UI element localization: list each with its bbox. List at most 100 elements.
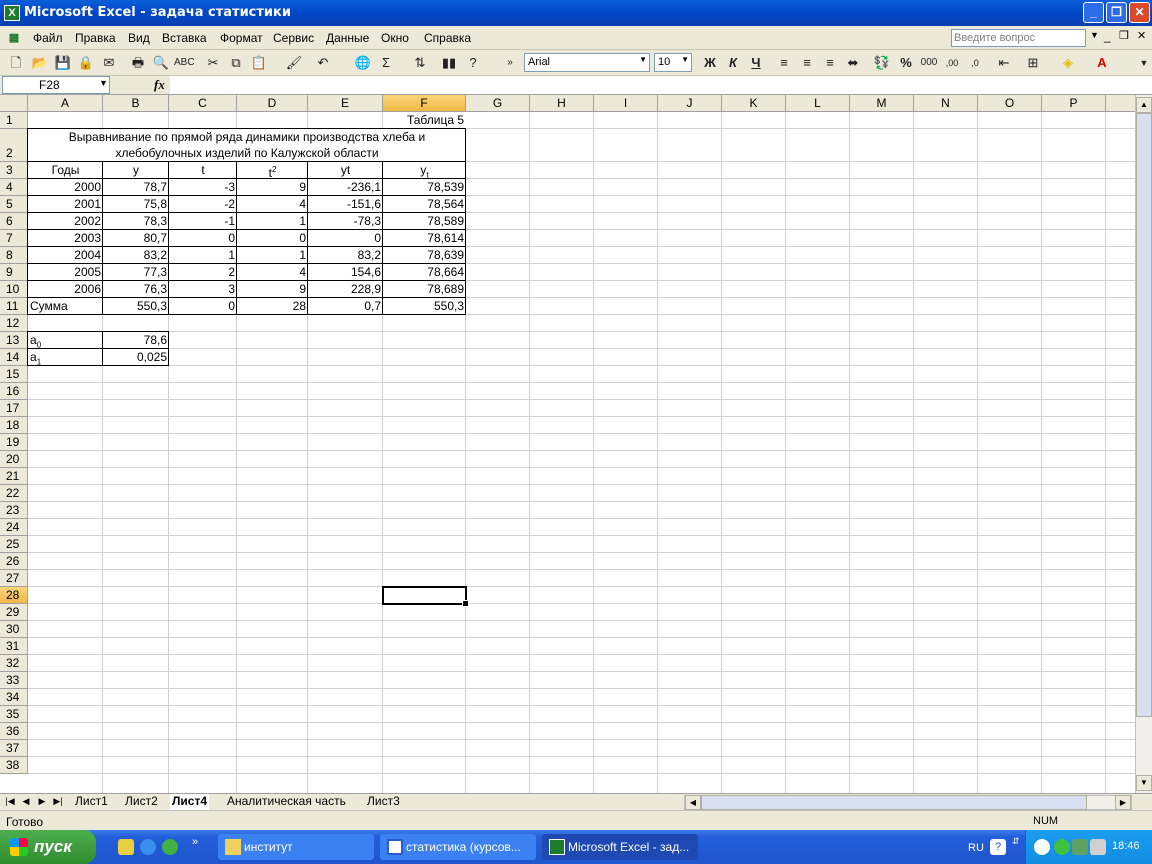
column-header-d[interactable]: D [237, 95, 308, 112]
menu-tools[interactable]: Сервис [273, 31, 314, 45]
row-header-36[interactable]: 36 [0, 723, 28, 740]
cut-icon[interactable]: ✂ [203, 53, 223, 73]
row-header-12[interactable]: 12 [0, 315, 28, 332]
formula-input[interactable] [170, 76, 1152, 94]
sheet-tab-analytics[interactable]: Аналитическая часть [225, 794, 348, 810]
row-header-29[interactable]: 29 [0, 604, 28, 621]
new-icon[interactable]: 🗋 [6, 53, 26, 73]
row-header-2[interactable]: 2 [0, 129, 28, 162]
menu-edit[interactable]: Правка [75, 31, 116, 45]
font-color-icon[interactable]: A [1092, 53, 1112, 73]
tray-messenger-icon[interactable] [1054, 839, 1070, 855]
menu-data[interactable]: Данные [326, 31, 369, 45]
column-header-b[interactable]: B [103, 95, 169, 112]
merge-center-icon[interactable]: ⬌ [843, 53, 863, 73]
decrease-decimal-icon[interactable]: ,0 [965, 53, 985, 73]
row-header-7[interactable]: 7 [0, 230, 28, 247]
tray-printer-icon[interactable] [1090, 839, 1106, 855]
sheet-tab-1[interactable]: Лист1 [73, 794, 110, 810]
column-header-j[interactable]: J [658, 95, 722, 112]
borders-icon[interactable]: ⊞ [1023, 53, 1043, 73]
row-header-35[interactable]: 35 [0, 706, 28, 723]
taskbar-word-button[interactable]: статистика (курсов... [380, 834, 536, 860]
permission-icon[interactable]: 🔒 [76, 53, 96, 73]
menu-window[interactable]: Окно [381, 31, 409, 45]
chart-wizard-icon[interactable]: ▮▮ [439, 53, 459, 73]
sheet-tab-2[interactable]: Лист2 [123, 794, 160, 810]
column-header-n[interactable]: N [914, 95, 978, 112]
select-all-corner[interactable] [0, 95, 28, 112]
spelling-icon[interactable]: ABC [174, 53, 195, 73]
align-left-icon[interactable]: ≡ [774, 53, 794, 73]
paste-icon[interactable]: 📋 [249, 53, 269, 73]
language-help-icon[interactable]: ? [990, 839, 1006, 855]
increase-decimal-icon[interactable]: ,00 [942, 53, 962, 73]
font-size-select[interactable]: 10 ▼ [654, 53, 692, 72]
taskbar-excel-button[interactable]: Microsoft Excel - зад... [542, 834, 698, 860]
help-dropdown-icon[interactable]: ▼ [1090, 30, 1099, 40]
row-header-5[interactable]: 5 [0, 196, 28, 213]
minimize-button[interactable]: _ [1083, 2, 1104, 23]
row-header-11[interactable]: 11 [0, 298, 28, 315]
decrease-indent-icon[interactable]: ⇤ [994, 53, 1014, 73]
row-header-33[interactable]: 33 [0, 672, 28, 689]
scroll-thumb[interactable] [1136, 113, 1152, 717]
row-header-1[interactable]: 1 [0, 112, 28, 129]
align-center-icon[interactable]: ≡ [797, 53, 817, 73]
comma-style-icon[interactable]: 000 [919, 53, 939, 73]
tray-network-icon[interactable] [1072, 839, 1088, 855]
column-header-f[interactable]: F [383, 95, 466, 112]
help-search-input[interactable]: Введите вопрос [951, 29, 1086, 47]
name-box[interactable]: F28 ▼ [2, 76, 110, 94]
doc-minimize-button[interactable]: _ [1104, 29, 1111, 43]
format-painter-icon[interactable]: 🖌 [284, 53, 304, 73]
column-header-i[interactable]: I [594, 95, 658, 112]
scroll-left-button[interactable]: ◀ [685, 795, 701, 810]
first-sheet-icon[interactable]: |◀ [4, 796, 16, 807]
hscroll-thumb[interactable] [701, 795, 1087, 810]
currency-icon[interactable]: 💱 [872, 53, 892, 73]
selected-cell-f28[interactable] [382, 586, 469, 607]
row-header-37[interactable]: 37 [0, 740, 28, 757]
percent-icon[interactable]: % [896, 53, 916, 73]
restore-button[interactable]: ❐ [1106, 2, 1127, 23]
language-options-icon[interactable]: ⇵ [1012, 836, 1020, 847]
undo-icon[interactable]: ↶ [313, 53, 333, 73]
sort-ascending-icon[interactable]: ⇅ [410, 53, 430, 73]
column-header-o[interactable]: O [978, 95, 1042, 112]
copy-icon[interactable]: ⧉ [226, 53, 246, 73]
close-button[interactable]: ✕ [1129, 2, 1150, 23]
menu-format[interactable]: Формат [220, 31, 263, 45]
column-header-a[interactable]: A [28, 95, 103, 112]
column-header-l[interactable]: L [786, 95, 850, 112]
next-sheet-icon[interactable]: ▶ [36, 796, 48, 807]
fill-color-icon[interactable]: ◈ [1058, 53, 1078, 73]
menu-file[interactable]: Файл [33, 31, 63, 45]
row-header-8[interactable]: 8 [0, 247, 28, 264]
italic-icon[interactable]: К [723, 53, 743, 73]
underline-icon[interactable]: Ч [746, 53, 766, 73]
align-right-icon[interactable]: ≡ [820, 53, 840, 73]
language-indicator[interactable]: RU [968, 842, 984, 854]
bold-icon[interactable]: Ж [700, 53, 720, 73]
row-header-23[interactable]: 23 [0, 502, 28, 519]
row-header-22[interactable]: 22 [0, 485, 28, 502]
worksheet-grid[interactable]: A B C D E F G H I J K L M N O P 1 2 3 4 5 6 7 8 9 10 11 12 13 14 15 16 1… [0, 95, 1135, 793]
doc-restore-button[interactable]: ❐ [1119, 29, 1129, 42]
taskbar-folder-button[interactable]: институт [218, 834, 374, 860]
row-header-15[interactable]: 15 [0, 366, 28, 383]
workbook-icon[interactable]: ▦ [4, 28, 24, 48]
sheet-tab-4-active[interactable]: Лист4 [170, 794, 210, 810]
row-header-27[interactable]: 27 [0, 570, 28, 587]
more-quicklaunch-icon[interactable]: » [192, 836, 198, 848]
tray-expand-icon[interactable] [1034, 839, 1050, 855]
row-header-25[interactable]: 25 [0, 536, 28, 553]
row-header-32[interactable]: 32 [0, 655, 28, 672]
row-header-19[interactable]: 19 [0, 434, 28, 451]
start-button[interactable]: пуск [0, 830, 96, 864]
print-preview-icon[interactable]: 🔍 [151, 53, 171, 73]
more-buttons-icon[interactable]: » [500, 53, 520, 73]
scroll-right-button[interactable]: ▶ [1115, 795, 1131, 810]
row-header-31[interactable]: 31 [0, 638, 28, 655]
media-player-icon[interactable] [162, 839, 178, 855]
